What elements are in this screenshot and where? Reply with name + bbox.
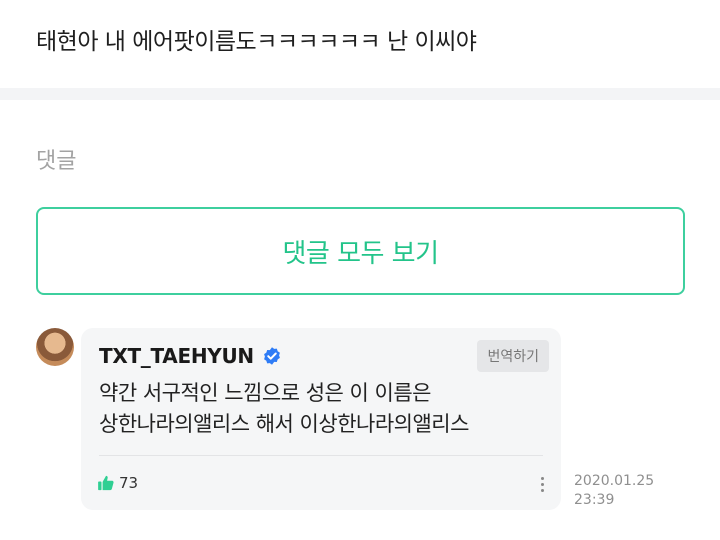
translate-button[interactable]: 번역하기 bbox=[477, 340, 549, 372]
comment-divider bbox=[99, 455, 543, 456]
more-options-icon[interactable] bbox=[535, 472, 549, 496]
thumbs-up-icon bbox=[98, 475, 114, 491]
section-divider bbox=[0, 88, 720, 100]
comment-time: 23:39 bbox=[574, 492, 615, 508]
comment-username[interactable]: TXT_TAEHYUN bbox=[99, 344, 254, 368]
view-all-comments-button[interactable]: 댓글 모두 보기 bbox=[36, 207, 685, 295]
avatar[interactable] bbox=[36, 328, 74, 366]
post-text: 태현아 내 에어팟이름도ㅋㅋㅋㅋㅋㅋ 난 이씨야 bbox=[36, 29, 477, 55]
comment-text: 약간 서구적인 느낌으로 성은 이 이름은 상한나라의앨리스 해서 이상한나라의… bbox=[99, 378, 549, 440]
comment-text-line-2: 상한나라의앨리스 해서 이상한나라의앨리스 bbox=[99, 412, 469, 436]
like-button[interactable]: 73 bbox=[97, 474, 138, 492]
comment-date: 2020.01.25 bbox=[574, 473, 655, 489]
verified-badge-icon bbox=[263, 347, 280, 365]
comment-bubble: TXT_TAEHYUN 번역하기 약간 서구적인 느낌으로 성은 이 이름은 상… bbox=[81, 328, 561, 510]
comment-text-line-1: 약간 서구적인 느낌으로 성은 이 이름은 bbox=[99, 381, 432, 405]
comment-header: TXT_TAEHYUN bbox=[99, 344, 282, 368]
comments-section-label: 댓글 bbox=[36, 149, 77, 174]
comment-timestamp: 2020.01.25 23:39 bbox=[574, 472, 654, 510]
like-count: 73 bbox=[119, 474, 139, 492]
